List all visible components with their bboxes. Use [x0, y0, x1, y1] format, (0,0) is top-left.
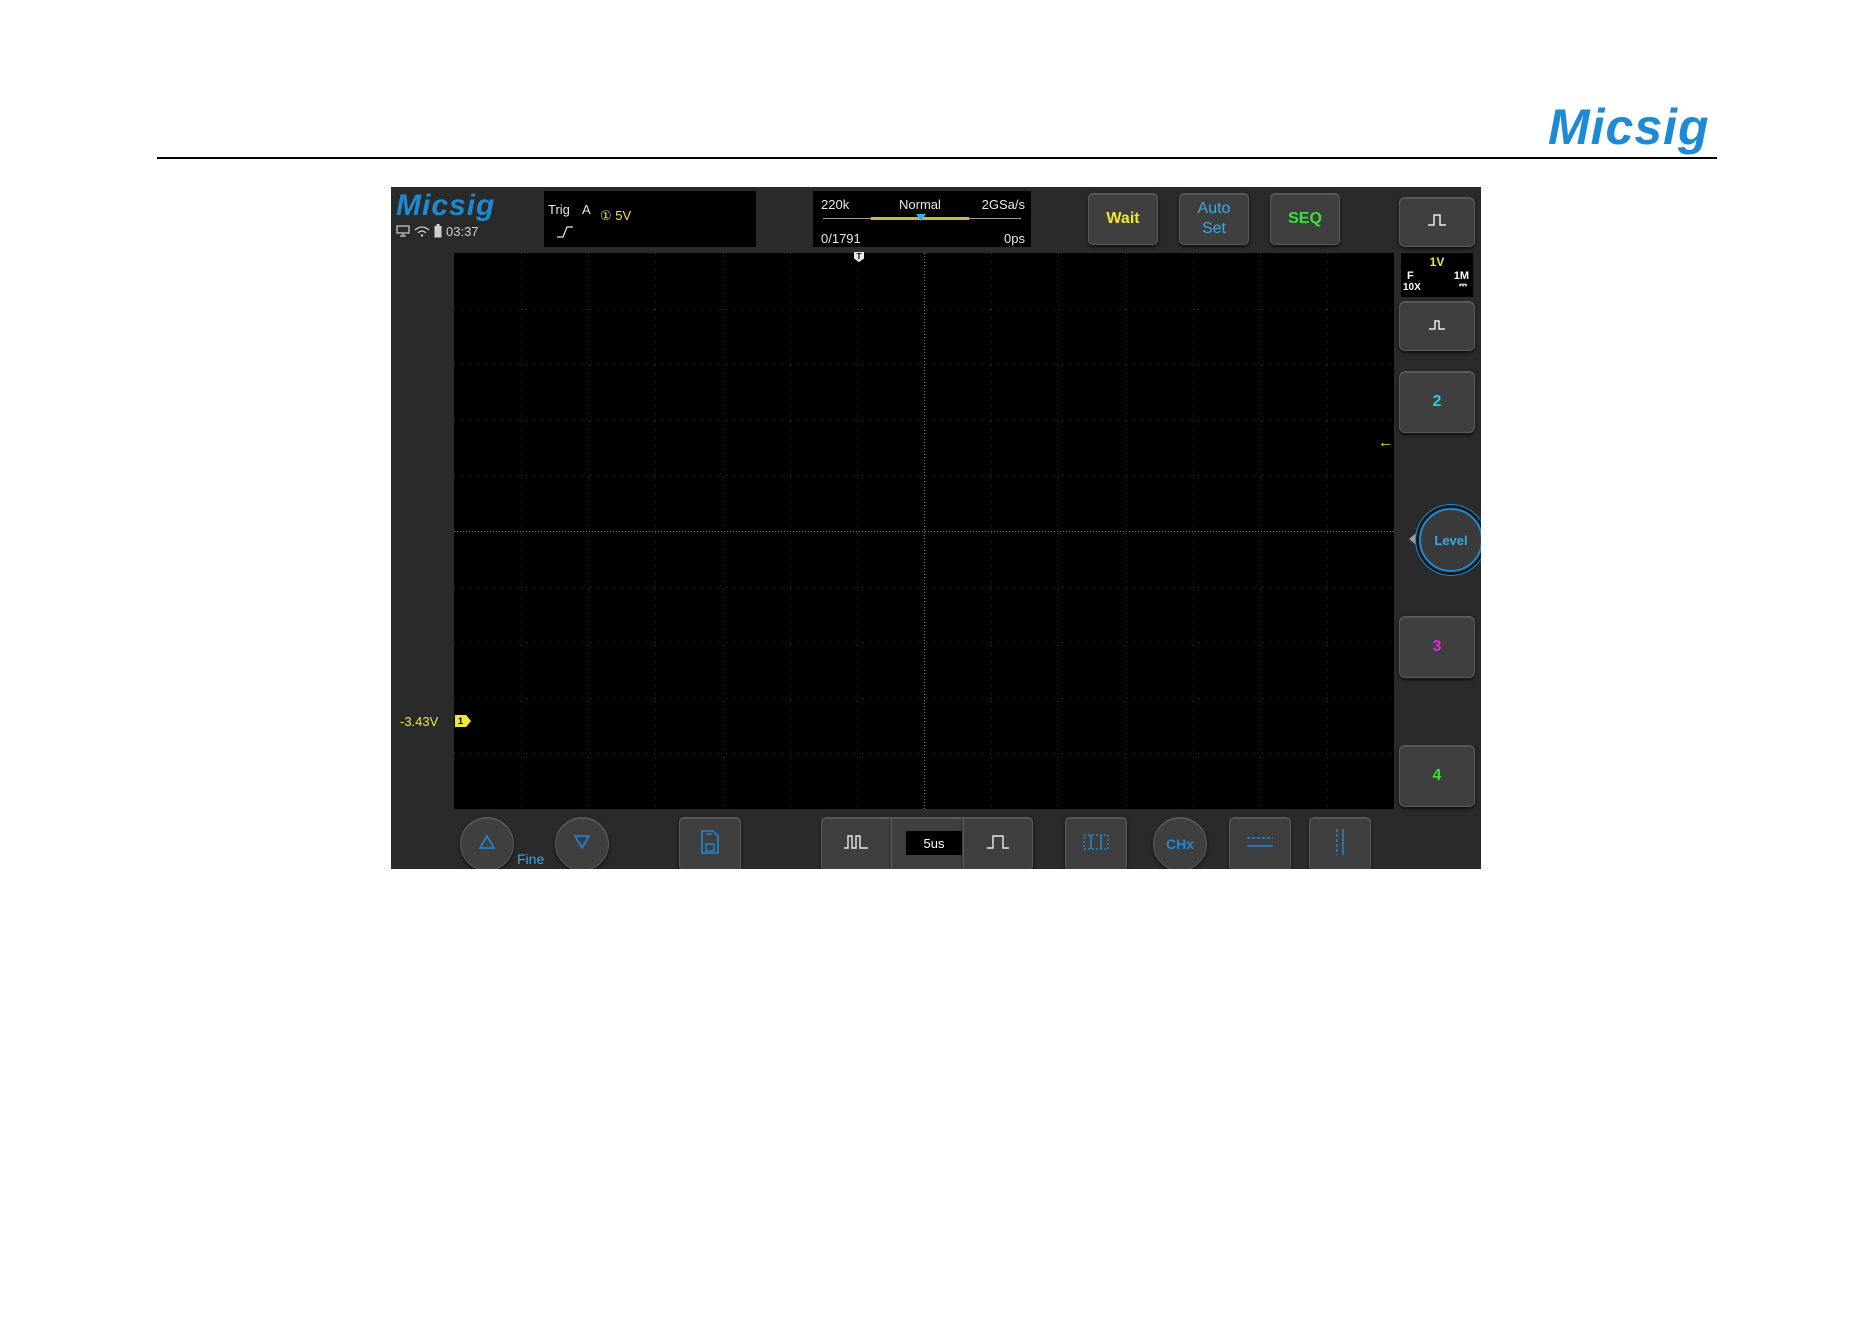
trigger-channel-level: ① 5V — [600, 208, 632, 223]
clock-time: 03:37 — [446, 223, 479, 239]
ch2-label: 2 — [1432, 393, 1442, 410]
battery-icon — [434, 224, 442, 238]
trigger-position-marker — [916, 214, 926, 221]
ch4-button[interactable]: 4 — [1399, 745, 1475, 807]
horizontal-lines-icon — [1245, 833, 1275, 856]
trigger-label: Trig — [548, 202, 570, 217]
seq-button[interactable]: SEQ — [1270, 193, 1340, 245]
frame-counter: 0/1791 — [821, 231, 861, 246]
save-file-icon — [699, 829, 721, 860]
sample-rate: 2GSa/s — [981, 197, 1025, 212]
autoset-label: Auto Set — [1197, 200, 1231, 237]
ch1-probe-ratio: 10X — [1403, 282, 1421, 293]
ch1-scale-down-button[interactable] — [1399, 301, 1475, 351]
vertical-cursor-button[interactable] — [1309, 817, 1371, 869]
trigger-info-panel[interactable]: Trig A ① 5V — [544, 191, 756, 247]
status-bar: 03:37 — [396, 223, 479, 239]
memory-depth: 220k — [821, 197, 850, 212]
fine-label: Fine — [517, 851, 545, 867]
triangle-down-icon — [573, 834, 591, 855]
level-knob[interactable]: Level — [1419, 508, 1481, 572]
page-brand-logo: Micsig — [1548, 99, 1710, 155]
cursor-button[interactable] — [1065, 817, 1127, 869]
level-knob-label: Level — [1434, 532, 1468, 548]
cursor-icon — [1082, 833, 1110, 856]
horizontal-cursor-button[interactable] — [1229, 817, 1291, 869]
ch3-label: 3 — [1432, 638, 1442, 655]
vertical-lines-icon — [1331, 827, 1349, 862]
level-pointer-icon — [1409, 533, 1416, 545]
waveform-grid[interactable] — [454, 253, 1394, 809]
triangle-up-icon — [478, 833, 496, 855]
ch1-scale-up-button[interactable] — [1399, 197, 1475, 247]
graticule — [454, 253, 1394, 809]
dc-coupling-icon: ⎓ — [1459, 280, 1467, 291]
ch3-button[interactable]: 3 — [1399, 616, 1475, 678]
pulse-train-icon — [843, 834, 869, 855]
ch2-button[interactable]: 2 — [1399, 371, 1475, 433]
page-divider — [157, 157, 1717, 159]
timebase-slower-button[interactable] — [963, 817, 1033, 869]
ch4-label: 4 — [1432, 767, 1442, 784]
acquisition-mode: Normal — [899, 197, 941, 212]
horizontal-position: 0ps — [1004, 231, 1025, 246]
wifi-icon — [414, 225, 430, 237]
fine-up-button[interactable] — [460, 817, 514, 869]
autoset-button[interactable]: Auto Set — [1179, 193, 1249, 245]
chx-button[interactable]: CHx — [1153, 817, 1207, 869]
pulse-wide-icon — [1426, 212, 1448, 233]
oscilloscope-screen: Micsig 03:37 Trig A ① 5V 220k Normal 2GS… — [391, 187, 1481, 869]
scope-brand-logo: Micsig — [396, 189, 496, 222]
fine-down-button[interactable] — [555, 817, 609, 869]
timebase-value: 5us — [906, 831, 962, 855]
ch1-info-panel[interactable]: 1V F 1M 10X ⎓ — [1401, 253, 1473, 297]
ch1-volts-per-div: 1V — [1429, 255, 1445, 269]
save-button[interactable] — [679, 817, 741, 869]
trigger-level-arrow-icon[interactable]: ← — [1378, 435, 1393, 450]
timebase-faster-button[interactable] — [821, 817, 891, 869]
wait-button[interactable]: Wait — [1088, 193, 1158, 245]
ch1-coupling: F — [1407, 270, 1414, 282]
monitor-icon — [396, 225, 410, 237]
pulse-narrow-icon — [1426, 316, 1448, 337]
chx-label: CHx — [1165, 836, 1194, 852]
acquisition-info-panel[interactable]: 220k Normal 2GSa/s 0/1791 0ps — [813, 191, 1031, 247]
pulse-single-icon — [985, 834, 1011, 855]
ch1-offset-value: -3.43V — [400, 714, 439, 729]
rising-edge-icon — [556, 225, 574, 242]
trigger-source: A — [582, 202, 591, 217]
